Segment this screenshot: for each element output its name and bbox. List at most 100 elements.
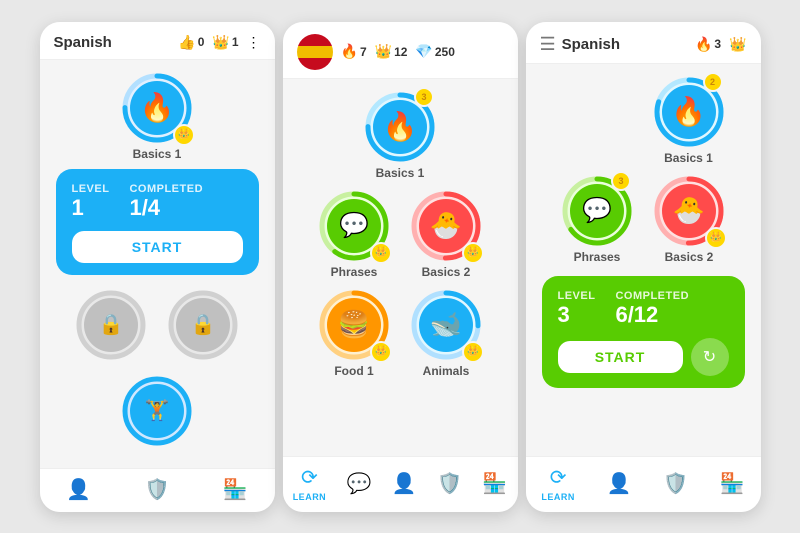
badge-s3-basics2: 👑 [705,227,727,249]
chat-icon-s2: 💬 [347,471,372,496]
nav-learn-s3[interactable]: ⟳ Learn [541,465,575,502]
screen-1: Spanish 👍 0 👑 1 ⋮ [40,22,275,512]
shop-icon-s1: 🏪 [223,477,248,502]
start-button-s3[interactable]: START [558,341,683,373]
nav-shield-s1[interactable]: 🛡️ [145,477,170,502]
badge-s1-basics1: 👑 [173,124,195,146]
person-icon-s2: 👤 [392,471,417,496]
hamburger-icon-s3[interactable]: ☰ [540,34,556,55]
badge-s3-basics1: 2 [703,72,723,92]
screen1-lessons: 🔥 👑 Basics 1 Level 1 Completed 1 [40,72,275,447]
fire-icon-s2: 🔥 [341,43,358,60]
label-s3-basics2: Basics 2 [665,250,714,264]
nav-profile-s1[interactable]: 👤 [66,477,91,502]
nav-shop-s1[interactable]: 🏪 [223,477,248,502]
screen1-body: 🔥 👑 Basics 1 Level 1 Completed 1 [40,60,275,468]
screen2-fire-value: 7 [360,45,367,59]
screen3-fire-value: 3 [714,37,721,51]
lesson-food1-s2[interactable]: 🍔 👑 Food 1 [318,289,390,378]
nav-person-s2[interactable]: 👤 [392,471,417,496]
screen1-heart-value: 0 [198,35,205,49]
crown-icon-1: 👑 [212,34,229,51]
completed-value-s3: 6/12 [615,302,689,328]
screen2-body: 🔥 3 Basics 1 💬 👑 [283,79,518,456]
screen-3: ☰ Spanish 🔥 3 👑 [526,22,761,512]
screen1-bottom-nav: 👤 🛡️ 🏪 [40,468,275,512]
nav-shop-s3[interactable]: 🏪 [720,471,745,496]
screen2-lessons: 🔥 3 Basics 1 💬 👑 [283,91,518,378]
badge-s3-phrases: 3 [611,171,631,191]
label-s1-basics1: Basics 1 [133,147,182,161]
screen1-crown-value: 1 [232,35,239,49]
screen3-body: 🔥 2 Basics 1 💬 [526,64,761,456]
screen1-completed: Completed 1/4 [129,183,203,221]
flag-circle-s2 [297,34,333,70]
badge-s2-basics1: 3 [414,87,434,107]
gem-icon-s2: 💎 [415,43,432,60]
nav-shield-s2[interactable]: 🛡️ [437,471,462,496]
screen1-stat-heart: 👍 0 [178,34,204,51]
screen3-start-row: START ↻ [558,338,729,376]
screen2-stat-gem: 💎 250 [415,43,454,60]
start-button-s1[interactable]: START [72,231,243,263]
screen1-stats: 👍 0 👑 1 ⋮ [178,34,260,51]
dumbbell-s1: 🏋️ [121,375,193,447]
badge-s2-phrases: 👑 [370,242,392,264]
screen3-stat-fire: 🔥 3 [695,36,721,53]
screen2-header: 🔥 7 👑 12 💎 250 [283,22,518,79]
label-s2-basics2: Basics 2 [422,265,471,279]
screen2-gem-value: 250 [435,45,455,59]
screens-container: Spanish 👍 0 👑 1 ⋮ [0,0,800,533]
nav-shop-s2[interactable]: 🏪 [482,471,507,496]
completed-label-s1: Completed [129,183,203,195]
screen2-stat-fire: 🔥 7 [341,43,367,60]
label-s2-phrases: Phrases [331,265,378,279]
label-s3-phrases: Phrases [574,250,621,264]
nav-learn-s2[interactable]: ⟳ LEARN [293,465,327,502]
thumbs-up-icon: 👍 [178,34,195,51]
basics1-row-s3: 🔥 2 Basics 1 [542,76,745,165]
screen-2: 🔥 7 👑 12 💎 250 [283,22,518,512]
screen3-completed: Completed 6/12 [615,290,689,328]
lesson-basics1-s2[interactable]: 🔥 3 Basics 1 [364,91,436,180]
screen1-card-row: Level 1 Completed 1/4 [72,183,243,221]
lesson-basics1-s3[interactable]: 🔥 2 Basics 1 [653,76,725,165]
screen3-title: Spanish [562,36,695,53]
badge-s2-animals: 👑 [462,341,484,363]
screen3-card-row: Level 3 Completed 6/12 [558,290,729,328]
screen1-stat-crown: 👑 1 [212,34,238,51]
lesson-basics2-s3[interactable]: 🐣 👑 Basics 2 [653,175,725,264]
badge-s2-food1: 👑 [370,341,392,363]
screen2-bottom-nav: ⟳ LEARN 💬 👤 🛡️ 🏪 [283,456,518,512]
person-icon-s1: 👤 [66,477,91,502]
locked-1-s1: 🔒 [75,289,147,361]
lesson-animals-s2[interactable]: 🐋 👑 Animals [410,289,482,378]
refresh-button-s3[interactable]: ↻ [691,338,729,376]
label-s2-food1: Food 1 [334,364,373,378]
crown-icon-s2: 👑 [375,43,392,60]
nav-chat-s2[interactable]: 💬 [347,471,372,496]
screen3-info-card: Level 3 Completed 6/12 START ↻ [542,276,745,388]
screen2-crown-value: 12 [394,45,407,59]
lesson-phrases-s2[interactable]: 💬 👑 Phrases [318,190,390,279]
shield-icon-s3: 🛡️ [663,471,688,496]
level-label-s1: Level [72,183,110,195]
fire-icon-s3: 🔥 [695,36,712,53]
screen2-stat-crown: 👑 12 [375,43,408,60]
lesson-basics1-s1[interactable]: 🔥 👑 Basics 1 [121,72,193,161]
label-s2-basics1: Basics 1 [376,166,425,180]
completed-value-s1: 1/4 [129,195,203,221]
completed-label-s3: Completed [615,290,689,302]
screen3-header: ☰ Spanish 🔥 3 👑 [526,22,761,64]
nav-person-s3[interactable]: 👤 [607,471,632,496]
locked-2-s1: 🔒 [167,289,239,361]
lesson-basics2-s2[interactable]: 🐣 👑 Basics 2 [410,190,482,279]
lesson-phrases-s3[interactable]: 💬 3 Phrases [561,175,633,264]
nav-shield-s3[interactable]: 🛡️ [663,471,688,496]
more-icon-1[interactable]: ⋮ [247,34,261,51]
learn-label-s3: Learn [541,492,575,502]
screen1-info-card: Level 1 Completed 1/4 START [56,169,259,275]
screen1-header: Spanish 👍 0 👑 1 ⋮ [40,22,275,60]
level-label-s3: Level [558,290,596,302]
person-icon-s3: 👤 [607,471,632,496]
